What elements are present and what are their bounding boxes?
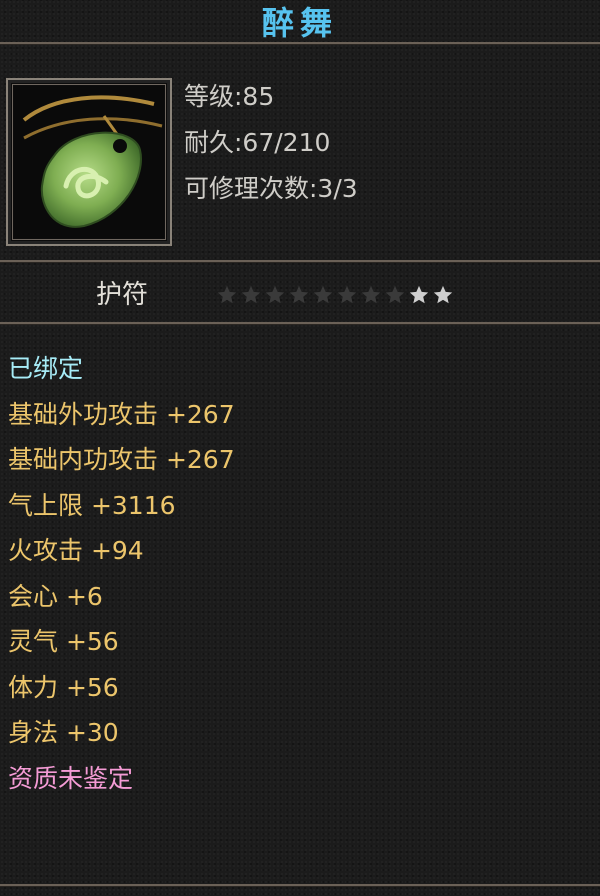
star-icon — [409, 285, 429, 304]
item-icon-frame — [6, 78, 172, 246]
item-tooltip: 醉舞 等级:85 耐久:67/210 可修理次数:3/3 护符 已绑定 基础外功… — [0, 0, 600, 896]
item-name: 醉舞 — [261, 4, 338, 42]
item-basic-stats: 等级:85 耐久:67/210 可修理次数:3/3 — [184, 74, 358, 212]
divider — [0, 260, 600, 263]
repair-times-text: 可修理次数:3/3 — [184, 174, 358, 203]
durability-text: 耐久:67/210 — [184, 128, 331, 157]
attribute-line: 身法 +30 — [8, 718, 119, 747]
star-icon — [337, 285, 357, 304]
attribute-line: 灵气 +56 — [8, 627, 119, 656]
attribute-line: 气上限 +3116 — [8, 490, 176, 520]
star-icon — [217, 285, 237, 304]
star-icon — [385, 285, 405, 304]
star-icon — [241, 285, 261, 304]
attribute-line: 基础内功攻击 +267 — [8, 445, 235, 474]
star-icon — [313, 285, 333, 304]
quality-status: 资质未鉴定 — [8, 763, 134, 793]
item-type: 护符 — [96, 280, 149, 310]
star-icon — [265, 285, 285, 304]
attribute-line: 会心 +6 — [8, 581, 103, 611]
attribute-line: 基础外功攻击 +267 — [8, 399, 235, 429]
attribute-list: 已绑定 基础外功攻击 +267 基础内功攻击 +267 气上限 +3116 火攻… — [8, 346, 235, 801]
level-text: 等级:85 — [184, 82, 275, 111]
attribute-line: 体力 +56 — [8, 672, 119, 702]
star-icon — [289, 285, 309, 304]
divider — [0, 42, 600, 45]
divider — [0, 322, 600, 325]
attribute-line: 火攻击 +94 — [8, 536, 144, 565]
star-icon — [361, 285, 381, 304]
divider — [0, 884, 600, 887]
bound-status: 已绑定 — [8, 354, 84, 383]
star-rating — [216, 279, 454, 311]
star-icon — [433, 285, 453, 304]
type-row: 护符 — [0, 270, 600, 320]
jade-amulet-icon — [14, 86, 164, 238]
